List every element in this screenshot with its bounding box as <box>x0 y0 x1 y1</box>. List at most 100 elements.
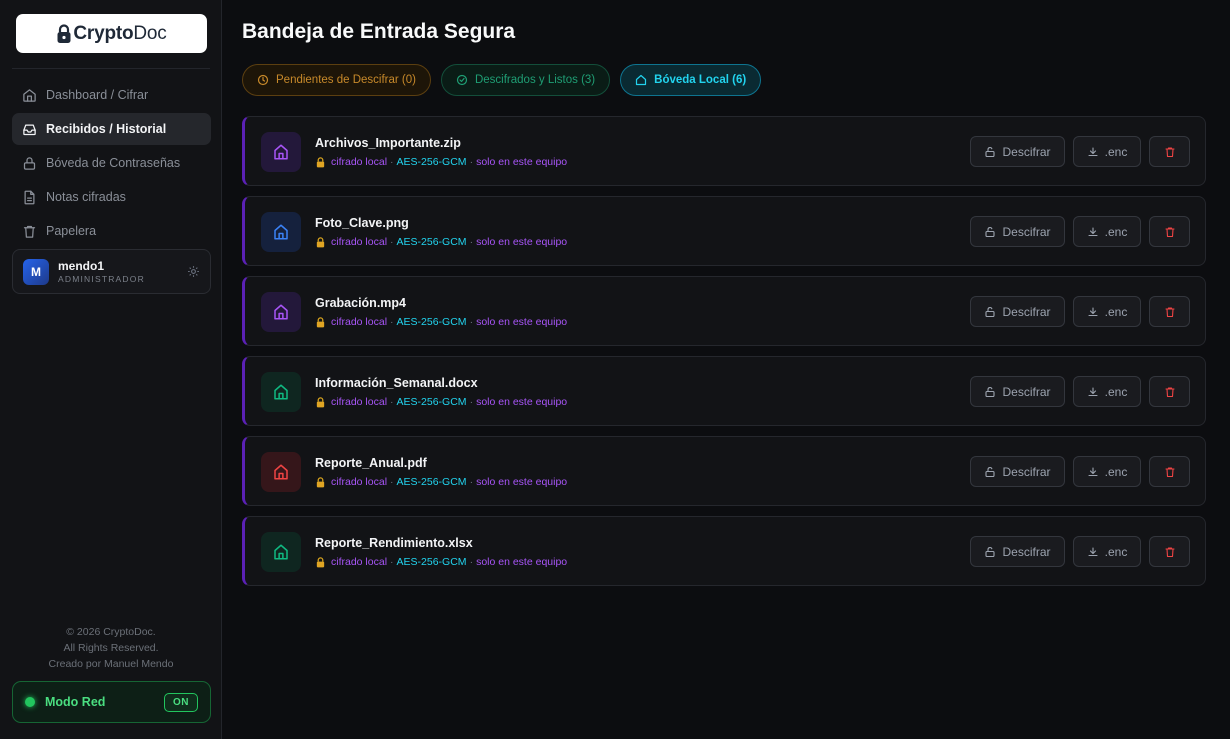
encryption-algorithm: AES-256-GCM <box>396 556 467 568</box>
meta-separator: · <box>390 476 394 488</box>
decrypt-label: Descifrar <box>1002 144 1051 159</box>
network-mode-label: Modo Red <box>45 695 106 709</box>
tab-label: Descifrados y Listos (3) <box>474 74 596 86</box>
gear-icon[interactable] <box>187 265 200 278</box>
encryption-tag: cifrado local <box>331 556 388 568</box>
meta-separator: · <box>390 316 394 328</box>
sidebar: CryptoDoc Dashboard / Cifrar Recibidos /… <box>0 0 222 739</box>
meta-separator: · <box>469 236 474 248</box>
meta-separator: · <box>390 156 394 168</box>
unlock-icon <box>985 386 996 397</box>
decrypt-label: Descifrar <box>1002 544 1051 559</box>
file-row[interactable]: Archivos_Importante.zip cifrado local · … <box>242 116 1206 186</box>
storage-scope: solo en este equipo <box>476 396 568 408</box>
download-enc-button[interactable]: .enc <box>1073 536 1141 567</box>
delete-button[interactable] <box>1149 456 1190 487</box>
download-enc-button[interactable]: .enc <box>1073 376 1141 407</box>
storage-scope: solo en este equipo <box>476 316 568 328</box>
app-logo[interactable]: CryptoDoc <box>16 14 207 53</box>
delete-button[interactable] <box>1149 216 1190 247</box>
file-name: Reporte_Rendimiento.xlsx <box>315 536 473 550</box>
user-info: mendo1 ADMINISTRADOR <box>58 259 145 284</box>
file-actions: Descifrar .enc <box>970 136 1190 167</box>
trash-icon <box>1164 306 1175 317</box>
sidebar-item-label: Bóveda de Contraseñas <box>46 156 181 170</box>
encryption-tag: cifrado local <box>331 476 388 488</box>
sidebar-item-dashboard[interactable]: Dashboard / Cifrar <box>12 79 211 111</box>
sidebar-item-encrypted-notes[interactable]: Notas cifradas <box>12 181 211 213</box>
padlock-icon <box>316 236 325 247</box>
trash-icon <box>23 225 36 238</box>
encryption-tag: cifrado local <box>331 236 388 248</box>
user-role: ADMINISTRADOR <box>58 273 145 284</box>
decrypt-label: Descifrar <box>1002 464 1051 479</box>
decrypt-label: Descifrar <box>1002 384 1051 399</box>
network-status-dot <box>25 697 35 707</box>
download-enc-button[interactable]: .enc <box>1073 136 1141 167</box>
download-label: .enc <box>1104 384 1128 399</box>
file-row[interactable]: Información_Semanal.docx cifrado local ·… <box>242 356 1206 426</box>
download-label: .enc <box>1104 304 1128 319</box>
decrypt-button[interactable]: Descifrar <box>970 456 1065 487</box>
sidebar-item-label: Recibidos / Historial <box>46 122 167 136</box>
download-icon <box>1088 146 1098 156</box>
padlock-icon <box>316 396 325 407</box>
file-row[interactable]: Reporte_Anual.pdf cifrado local · AES-25… <box>242 436 1206 506</box>
meta-separator: · <box>390 396 394 408</box>
delete-button[interactable] <box>1149 536 1190 567</box>
home-icon <box>274 304 288 320</box>
sidebar-nav: Dashboard / Cifrar Recibidos / Historial… <box>12 79 211 249</box>
home-icon <box>23 88 36 102</box>
encryption-algorithm: AES-256-GCM <box>396 396 467 408</box>
copyright-line: © 2026 CryptoDoc. <box>66 626 156 638</box>
file-meta: cifrado local · AES-256-GCM · solo en es… <box>315 156 567 168</box>
decrypt-label: Descifrar <box>1002 304 1051 319</box>
file-meta: cifrado local · AES-256-GCM · solo en es… <box>315 396 567 408</box>
logo-lock-icon <box>57 23 71 43</box>
check-circle-icon <box>456 74 468 86</box>
delete-button[interactable] <box>1149 296 1190 327</box>
sidebar-item-received[interactable]: Recibidos / Historial <box>12 113 211 145</box>
file-row[interactable]: Reporte_Rendimiento.xlsx cifrado local ·… <box>242 516 1206 586</box>
file-name: Información_Semanal.docx <box>315 376 478 390</box>
meta-separator: · <box>469 316 474 328</box>
clock-icon <box>257 74 269 86</box>
storage-scope: solo en este equipo <box>476 156 568 168</box>
sidebar-item-trash[interactable]: Papelera <box>12 215 211 247</box>
file-actions: Descifrar .enc <box>970 456 1190 487</box>
decrypt-button[interactable]: Descifrar <box>970 136 1065 167</box>
sidebar-item-password-vault[interactable]: Bóveda de Contraseñas <box>12 147 211 179</box>
delete-button[interactable] <box>1149 136 1190 167</box>
home-icon <box>274 144 288 160</box>
home-icon <box>274 464 288 480</box>
decrypt-button[interactable]: Descifrar <box>970 216 1065 247</box>
trash-icon <box>1164 546 1175 557</box>
user-card[interactable]: M mendo1 ADMINISTRADOR <box>12 249 211 294</box>
download-enc-button[interactable]: .enc <box>1073 456 1141 487</box>
download-label: .enc <box>1104 464 1128 479</box>
decrypt-button[interactable]: Descifrar <box>970 296 1065 327</box>
tab-local-vault[interactable]: Bóveda Local (6) <box>620 64 762 96</box>
padlock-icon <box>316 476 325 487</box>
file-row[interactable]: Foto_Clave.png cifrado local · AES-256-G… <box>242 196 1206 266</box>
file-list: Archivos_Importante.zip cifrado local · … <box>242 116 1206 596</box>
sidebar-item-label: Papelera <box>46 224 97 238</box>
file-row[interactable]: Grabación.mp4 cifrado local · AES-256-GC… <box>242 276 1206 346</box>
encryption-tag: cifrado local <box>331 156 388 168</box>
download-icon <box>1088 386 1098 396</box>
meta-separator: · <box>390 556 394 568</box>
download-enc-button[interactable]: .enc <box>1073 216 1141 247</box>
encryption-tag: cifrado local <box>331 316 388 328</box>
decrypt-button[interactable]: Descifrar <box>970 376 1065 407</box>
network-mode-panel[interactable]: Modo Red ON <box>12 681 211 723</box>
download-enc-button[interactable]: .enc <box>1073 296 1141 327</box>
file-meta: cifrado local · AES-256-GCM · solo en es… <box>315 476 567 488</box>
network-toggle[interactable]: ON <box>164 693 198 712</box>
delete-button[interactable] <box>1149 376 1190 407</box>
decrypt-button[interactable]: Descifrar <box>970 536 1065 567</box>
download-icon <box>1088 546 1098 556</box>
tab-decrypted[interactable]: Descifrados y Listos (3) <box>440 64 611 96</box>
tab-pending[interactable]: Pendientes de Descifrar (0) <box>242 64 431 96</box>
padlock-icon <box>316 556 325 567</box>
main-content: Bandeja de Entrada Segura Pendientes de … <box>222 0 1230 739</box>
